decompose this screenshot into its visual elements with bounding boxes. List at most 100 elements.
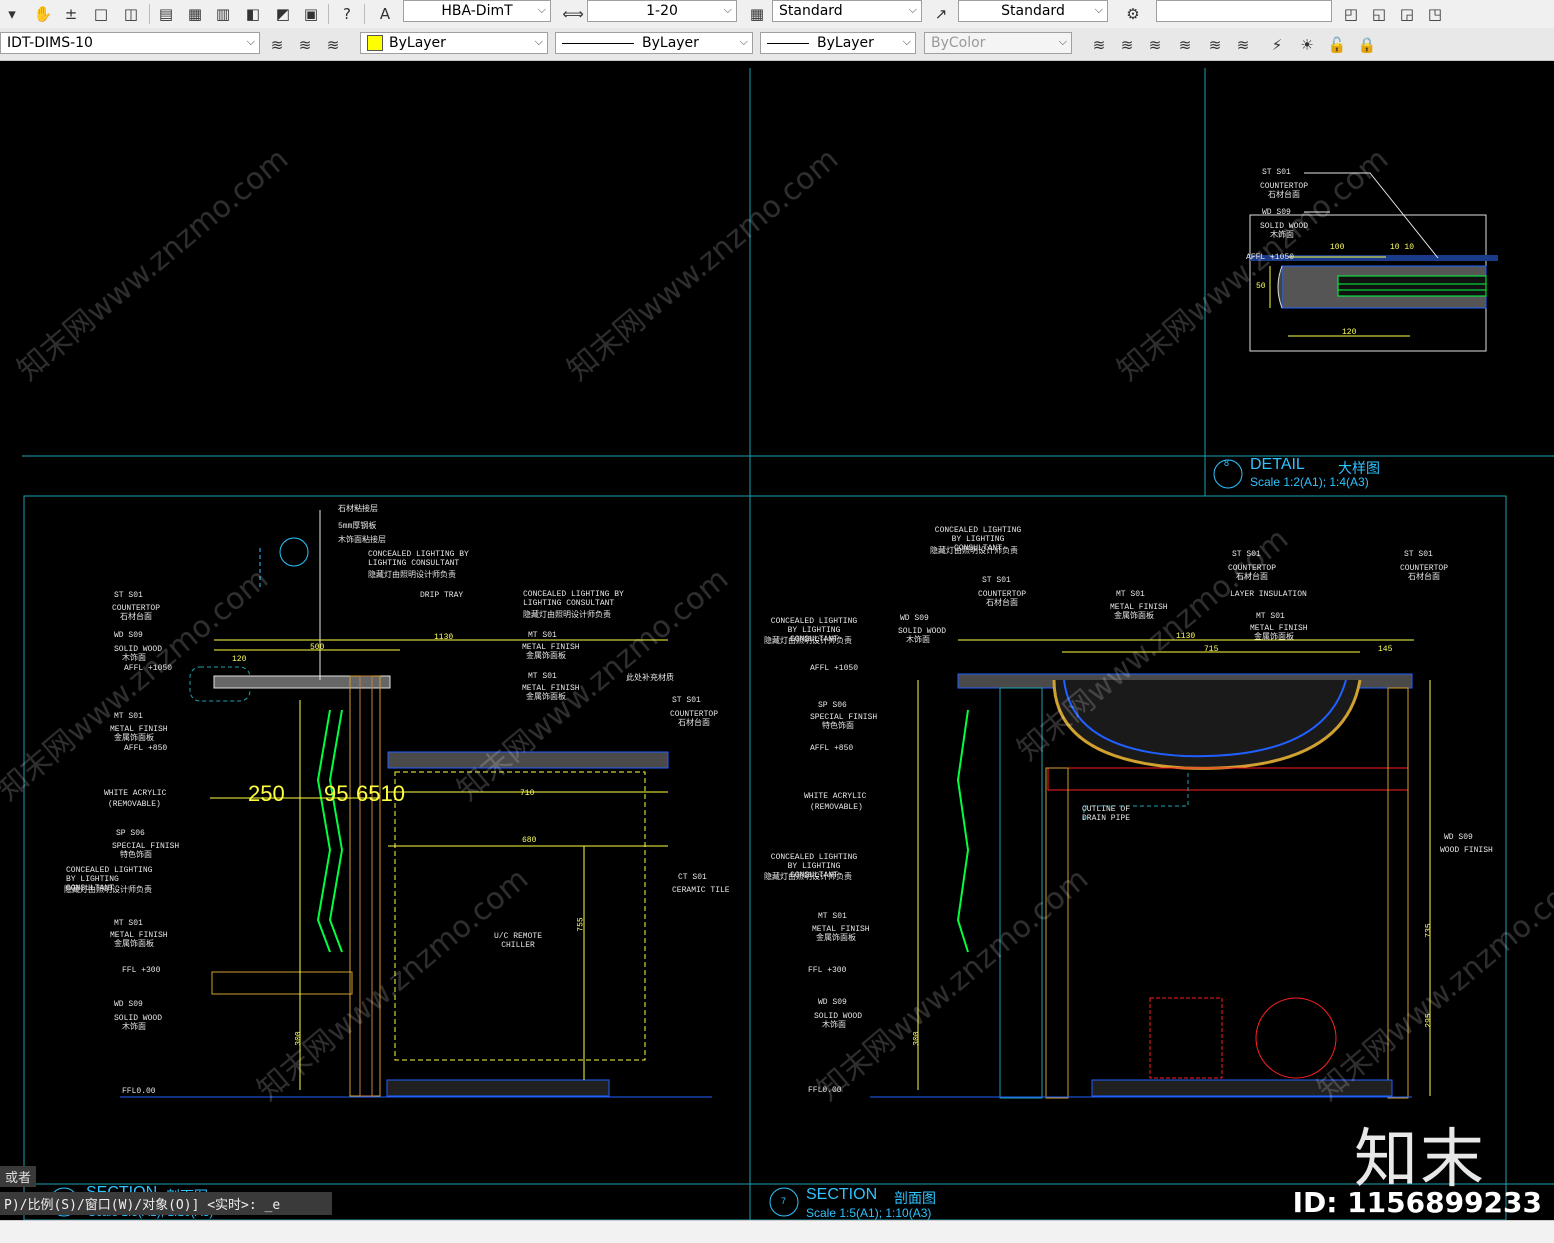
layer-isolate-icon[interactable]: ≋ xyxy=(1116,34,1138,56)
tool-palettes-icon[interactable]: ▥ xyxy=(212,3,234,25)
zoom-window-icon[interactable]: □ xyxy=(90,3,112,25)
tag-num: S01 xyxy=(686,696,701,705)
dimstyle-select[interactable]: HBA-DimT ⌵ xyxy=(403,0,551,22)
linetype-select[interactable]: ByLayer ⌵ xyxy=(555,32,753,54)
tag-code: MT xyxy=(818,912,828,921)
right-section-scale: Scale 1:5(A1); 1:10(A3) xyxy=(806,1206,932,1220)
help-icon[interactable]: ? xyxy=(336,3,358,25)
separator xyxy=(149,4,150,24)
right-st-tag-2: ST S01 xyxy=(1232,550,1261,559)
scale-select[interactable]: 1-20 ⌵ xyxy=(587,0,737,22)
markup-icon[interactable]: ◩ xyxy=(272,3,294,25)
detail-dim-120: 120 xyxy=(1342,328,1357,337)
tag-code: MT xyxy=(1116,590,1126,599)
table-style-select[interactable]: Standard ⌵ xyxy=(772,0,922,22)
command-line-input[interactable]: P)/比例(S)/窗口(W)/对象(O)] <实时>: _e xyxy=(0,1192,332,1215)
left-dim-710: 710 xyxy=(520,789,535,798)
viewport-icon[interactable]: ◲ xyxy=(1396,3,1418,25)
left-dim-big-95: 95 xyxy=(324,781,349,806)
lineweight-select[interactable]: ByLayer ⌵ xyxy=(760,32,916,54)
calculator-icon[interactable]: ▣ xyxy=(300,3,322,25)
detail-number: 8 xyxy=(1224,458,1230,468)
properties-icon[interactable]: ▤ xyxy=(155,3,177,25)
right-solid-wood-3: SOLID WOOD xyxy=(814,1012,863,1021)
right-metal-finish-3: METAL FINISH xyxy=(812,925,870,934)
left-mt-tag-1: MT S01 xyxy=(114,712,143,721)
layer-thaw-icon[interactable]: ☀ xyxy=(1296,34,1318,56)
layer-state-icon[interactable]: ≋ xyxy=(266,34,288,56)
layer-walk-icon[interactable]: ≋ xyxy=(1204,34,1226,56)
page-setup-icon[interactable]: ◳ xyxy=(1424,3,1446,25)
toolbar-row-2: IDT-DIMS-10 ⌵ ≋ ≋ ≋ ByLayer ⌵ ByLayer ⌵ ByL… xyxy=(0,28,1554,61)
mleader-style-select[interactable]: Standard ⌵ xyxy=(958,0,1108,22)
design-center-icon[interactable]: ▦ xyxy=(184,3,206,25)
tag-num: S01 xyxy=(542,672,557,681)
layer-match-icon[interactable]: ≋ xyxy=(322,34,344,56)
layer-value: IDT-DIMS-10 xyxy=(7,35,93,51)
scale-value: 1-20 xyxy=(646,3,678,19)
left-solid-wood-cn: 木饰面 xyxy=(122,654,146,663)
right-mt-tag-1: MT S01 xyxy=(1116,590,1145,599)
right-metal-finish-2-cn: 金属饰面板 xyxy=(1254,633,1294,642)
zoom-previous-icon[interactable]: ◫ xyxy=(120,3,142,25)
dimstyle-icon[interactable]: ⟺ xyxy=(562,3,584,25)
pan-hand-icon[interactable]: ✋ xyxy=(32,3,54,25)
detail-dim-100: 100 xyxy=(1330,243,1345,252)
watermark-id: ID: 1156899233 xyxy=(1292,1186,1542,1219)
layer-lock-icon[interactable]: ≋ xyxy=(1174,34,1196,56)
mleader-style-icon[interactable]: ↗ xyxy=(930,3,952,25)
right-countertop-1: COUNTERTOP xyxy=(978,590,1027,599)
right-wd-tag-1: WD S09 xyxy=(900,614,929,623)
new-layout-icon[interactable]: ◰ xyxy=(1340,3,1362,25)
layer-unisolate-icon[interactable]: 🔒 xyxy=(1356,34,1378,56)
right-st-tag-1: ST S01 xyxy=(982,576,1011,585)
layer-on-icon[interactable]: ⚡ xyxy=(1266,34,1288,56)
lineweight-value: ByLayer xyxy=(817,35,874,51)
detail-solid-wood-label: SOLID WOOD xyxy=(1260,222,1309,231)
left-note-2: 5mm厚钢板 xyxy=(338,522,377,531)
tag-code: WD xyxy=(114,631,124,640)
text-style-icon[interactable]: A xyxy=(374,3,396,25)
plotstyle-select[interactable]: ByColor ⌵ xyxy=(924,32,1072,54)
blank-select[interactable] xyxy=(1156,0,1332,22)
layer-off-icon[interactable]: ≋ xyxy=(1088,34,1110,56)
left-drip-tray: DRIP TRAY xyxy=(420,591,464,600)
drawing-canvas[interactable]: ST S01 COUNTERTOP 石材台面 WD S09 SOLID WOOD… xyxy=(0,60,1554,1220)
workspace-icon[interactable]: ⚙ xyxy=(1122,3,1144,25)
dropdown-arrow-icon[interactable]: ▾ xyxy=(2,3,22,25)
sheet-set-icon[interactable]: ◧ xyxy=(242,3,264,25)
right-lighting-1-cn: 隐藏灯由照明设计师负责 xyxy=(930,547,1018,556)
left-metal-finish-2-cn: 金属饰面板 xyxy=(114,940,154,949)
right-dim-295: 295 xyxy=(1424,1013,1434,1028)
right-solid-wood-3-cn: 木饰面 xyxy=(822,1021,846,1030)
layer-merge-icon[interactable]: ≋ xyxy=(1232,34,1254,56)
linetype-sample xyxy=(562,42,634,44)
color-swatch xyxy=(367,35,383,51)
layer-unlock-icon[interactable]: 🔓 xyxy=(1326,34,1348,56)
right-affl-850: AFFL +850 xyxy=(810,744,854,753)
tag-code: MT xyxy=(1256,612,1266,621)
zoom-realtime-icon[interactable]: ± xyxy=(60,3,82,25)
layer-freeze-icon[interactable]: ≋ xyxy=(1144,34,1166,56)
left-st-tag-2: ST S01 xyxy=(672,696,701,705)
tag-code: WD xyxy=(900,614,910,623)
right-metal-finish-1: METAL FINISH xyxy=(1110,603,1168,612)
right-dim-300: 300 xyxy=(912,1031,922,1046)
color-select[interactable]: ByLayer ⌵ xyxy=(360,32,548,54)
left-wd-tag: WD S09 xyxy=(114,631,143,640)
left-mt-tag-3: MT S01 xyxy=(528,631,557,640)
left-dim-500: 500 xyxy=(310,643,325,652)
tag-code: ST xyxy=(1232,550,1242,559)
left-lighting-1: CONCEALED LIGHTING BY LIGHTING CONSULTAN… xyxy=(368,550,469,568)
tag-code: CT xyxy=(678,873,688,882)
right-wood-finish: WOOD FINISH xyxy=(1440,846,1493,855)
left-metal-finish-3: METAL FINISH xyxy=(522,643,580,652)
layout-template-icon[interactable]: ◱ xyxy=(1368,3,1390,25)
layer-previous-icon[interactable]: ≋ xyxy=(294,34,316,56)
tag-num: S01 xyxy=(832,912,847,921)
table-style-icon[interactable]: ▦ xyxy=(746,3,768,25)
layer-select[interactable]: IDT-DIMS-10 ⌵ xyxy=(0,32,260,54)
color-value: ByLayer xyxy=(389,35,446,51)
left-lighting-3-cn: 隐藏灯由照明设计师负责 xyxy=(64,886,152,895)
detail-dim-50: 50 xyxy=(1256,282,1266,291)
